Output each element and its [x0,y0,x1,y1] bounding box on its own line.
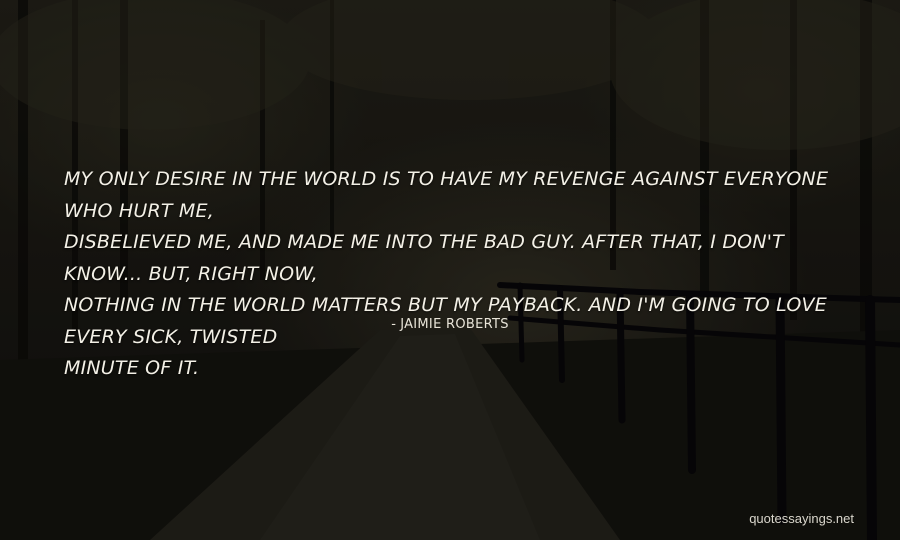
quote-line: My only desire in the world is to have m… [64,168,829,222]
quote-card: My only desire in the world is to have m… [0,0,900,540]
quote-author: - Jaimie Roberts [0,317,900,332]
author-dash: - [391,317,397,332]
quote-line: disbelieved me, and made me into the bad… [64,231,784,285]
quote-text: My only desire in the world is to have m… [64,164,844,385]
site-watermark: quotessayings.net [749,511,854,526]
quote-line: minute of it. [64,357,200,379]
author-name: Jaimie Roberts [400,317,509,332]
